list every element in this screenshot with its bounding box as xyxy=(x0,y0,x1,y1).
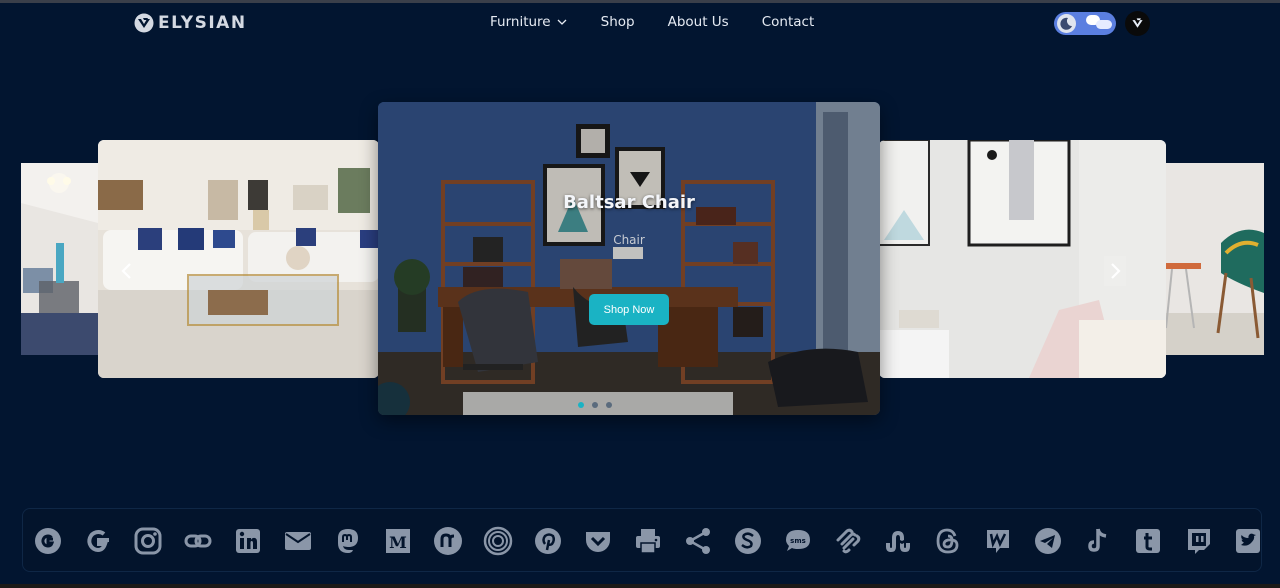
shop-now-button[interactable]: Shop Now xyxy=(589,294,669,325)
carousel-indicators xyxy=(578,402,612,408)
nav-item-label: Shop xyxy=(600,14,635,30)
carousel-next-button[interactable] xyxy=(1104,256,1126,286)
linkedin-icon[interactable] xyxy=(233,526,263,556)
account-icon[interactable] xyxy=(1125,11,1150,36)
wattpad-icon[interactable] xyxy=(983,526,1013,556)
squarespace-icon[interactable] xyxy=(833,526,863,556)
carousel-slide-far-right xyxy=(1166,163,1264,355)
email-icon[interactable] xyxy=(283,526,313,556)
svg-text:sms: sms xyxy=(790,537,806,545)
mastodon-icon[interactable] xyxy=(333,526,363,556)
nav-item-label: Contact xyxy=(761,14,815,30)
carousel-slide-left xyxy=(98,140,379,378)
threads-icon[interactable] xyxy=(933,526,963,556)
google-icon[interactable] xyxy=(33,526,63,556)
nav-item-label: Furniture xyxy=(490,14,551,30)
chevron-down-icon xyxy=(557,19,567,25)
google-alt-icon[interactable] xyxy=(83,526,113,556)
tiktok-icon[interactable] xyxy=(1083,526,1113,556)
carousel-dot[interactable] xyxy=(578,402,584,408)
carousel-slide-far-left xyxy=(21,163,98,355)
office-room-image xyxy=(378,102,880,415)
instagram-icon[interactable] xyxy=(133,526,163,556)
cloud-icon xyxy=(1096,20,1112,29)
theme-toggle[interactable] xyxy=(1054,12,1116,35)
brand-logo[interactable]: ELYSIAN xyxy=(134,12,247,34)
carousel-dot[interactable] xyxy=(592,402,598,408)
logo-icon xyxy=(134,13,154,33)
share-bar: M sms xyxy=(22,508,1262,572)
skype-icon[interactable] xyxy=(733,526,763,556)
tumblr-icon[interactable] xyxy=(1133,526,1163,556)
moon-icon xyxy=(1057,14,1076,33)
chair-room-image xyxy=(1166,163,1264,355)
nav-item-furniture[interactable]: Furniture xyxy=(490,14,567,30)
nextdoor-icon[interactable] xyxy=(433,526,463,556)
top-border xyxy=(0,0,1280,3)
nav-item-about-us[interactable]: About Us xyxy=(668,14,729,30)
nav-item-contact[interactable]: Contact xyxy=(762,14,815,30)
twitter-icon[interactable] xyxy=(1233,526,1263,556)
nav-item-label: About Us xyxy=(667,14,729,30)
sms-icon[interactable]: sms xyxy=(783,526,813,556)
medium-icon[interactable]: M xyxy=(383,526,413,556)
stumbleupon-icon[interactable] xyxy=(883,526,913,556)
carousel-dot[interactable] xyxy=(606,402,612,408)
pocket-icon[interactable] xyxy=(583,526,613,556)
carousel-prev-button[interactable] xyxy=(116,256,138,286)
hero-title: Baltsar Chair xyxy=(563,192,695,213)
carousel-slide-active[interactable] xyxy=(378,102,880,415)
hero-subtitle: Chair xyxy=(613,233,645,247)
sofa-room-image xyxy=(98,140,379,378)
chevron-right-icon xyxy=(1111,263,1121,279)
pinterest-icon[interactable] xyxy=(533,526,563,556)
brand-name: ELYSIAN xyxy=(158,13,247,33)
bottom-border xyxy=(0,584,1280,588)
nav-item-shop[interactable]: Shop xyxy=(601,14,635,30)
ello-icon[interactable] xyxy=(483,526,513,556)
svg-text:M: M xyxy=(389,533,407,552)
print-icon[interactable] xyxy=(633,526,663,556)
chevron-left-icon xyxy=(121,263,131,279)
telegram-icon[interactable] xyxy=(1033,526,1063,556)
share-icon[interactable] xyxy=(683,526,713,556)
twitch-icon[interactable] xyxy=(1183,526,1213,556)
main-nav: Furniture Shop About Us Contact xyxy=(490,14,814,30)
link-icon[interactable] xyxy=(183,526,213,556)
living-room-image xyxy=(21,163,98,355)
